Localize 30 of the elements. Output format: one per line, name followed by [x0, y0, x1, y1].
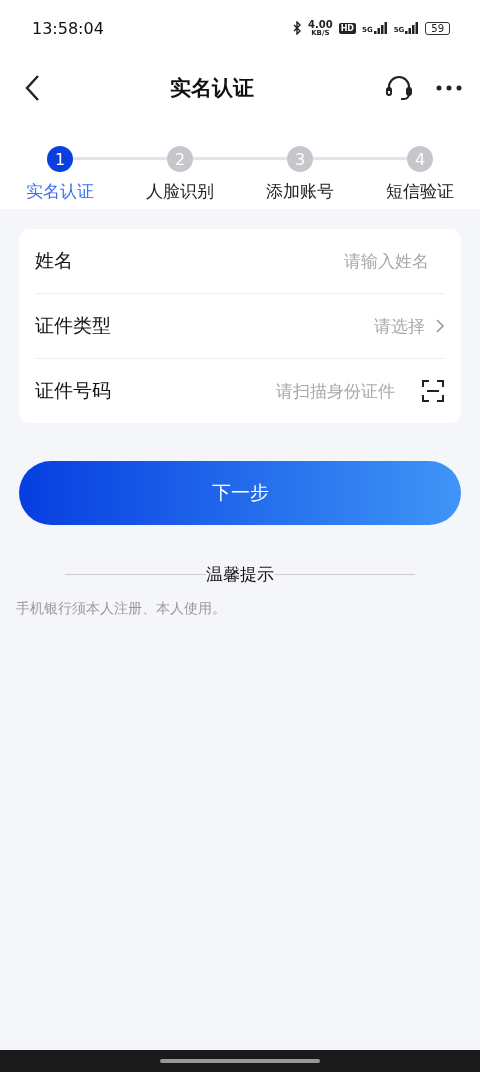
more-icon[interactable] [436, 85, 462, 91]
status-time: 13:58:04 [32, 18, 104, 38]
step-number: 3 [287, 146, 313, 172]
step-number: 4 [407, 146, 433, 172]
input-field[interactable]: 请选择 [111, 315, 427, 337]
signal-icon [405, 22, 420, 34]
page-title: 实名认证 [169, 75, 255, 102]
scan-icon[interactable] [421, 379, 445, 403]
step-number: 1 [47, 146, 73, 172]
field-label: 证件类型 [35, 313, 111, 338]
step-label: 添加账号 [266, 180, 334, 203]
step-label: 人脸识别 [146, 180, 214, 203]
input-field[interactable]: 请扫描身份证件 [111, 380, 397, 402]
tips-text: 手机银行须本人注册、本人使用。 [16, 600, 227, 618]
battery-level: 59 [425, 21, 450, 35]
hd-badge: HD [338, 22, 356, 34]
tips-title: 温馨提示 [206, 563, 274, 586]
bluetooth-icon [293, 21, 302, 35]
back-button[interactable] [24, 74, 40, 102]
next-button[interactable]: 下一步 [19, 461, 461, 525]
field-label: 姓名 [35, 248, 73, 273]
field-label: 证件号码 [35, 378, 111, 403]
signal-icon [373, 22, 388, 34]
input-field[interactable]: 请输入姓名 [73, 250, 431, 272]
step-label: 实名认证 [26, 180, 94, 203]
step-number: 2 [167, 146, 193, 172]
headset-icon[interactable] [384, 73, 414, 103]
network-speed: 4.00 [308, 19, 333, 30]
step-label: 短信验证 [386, 180, 454, 203]
chevron-icon [435, 318, 445, 334]
